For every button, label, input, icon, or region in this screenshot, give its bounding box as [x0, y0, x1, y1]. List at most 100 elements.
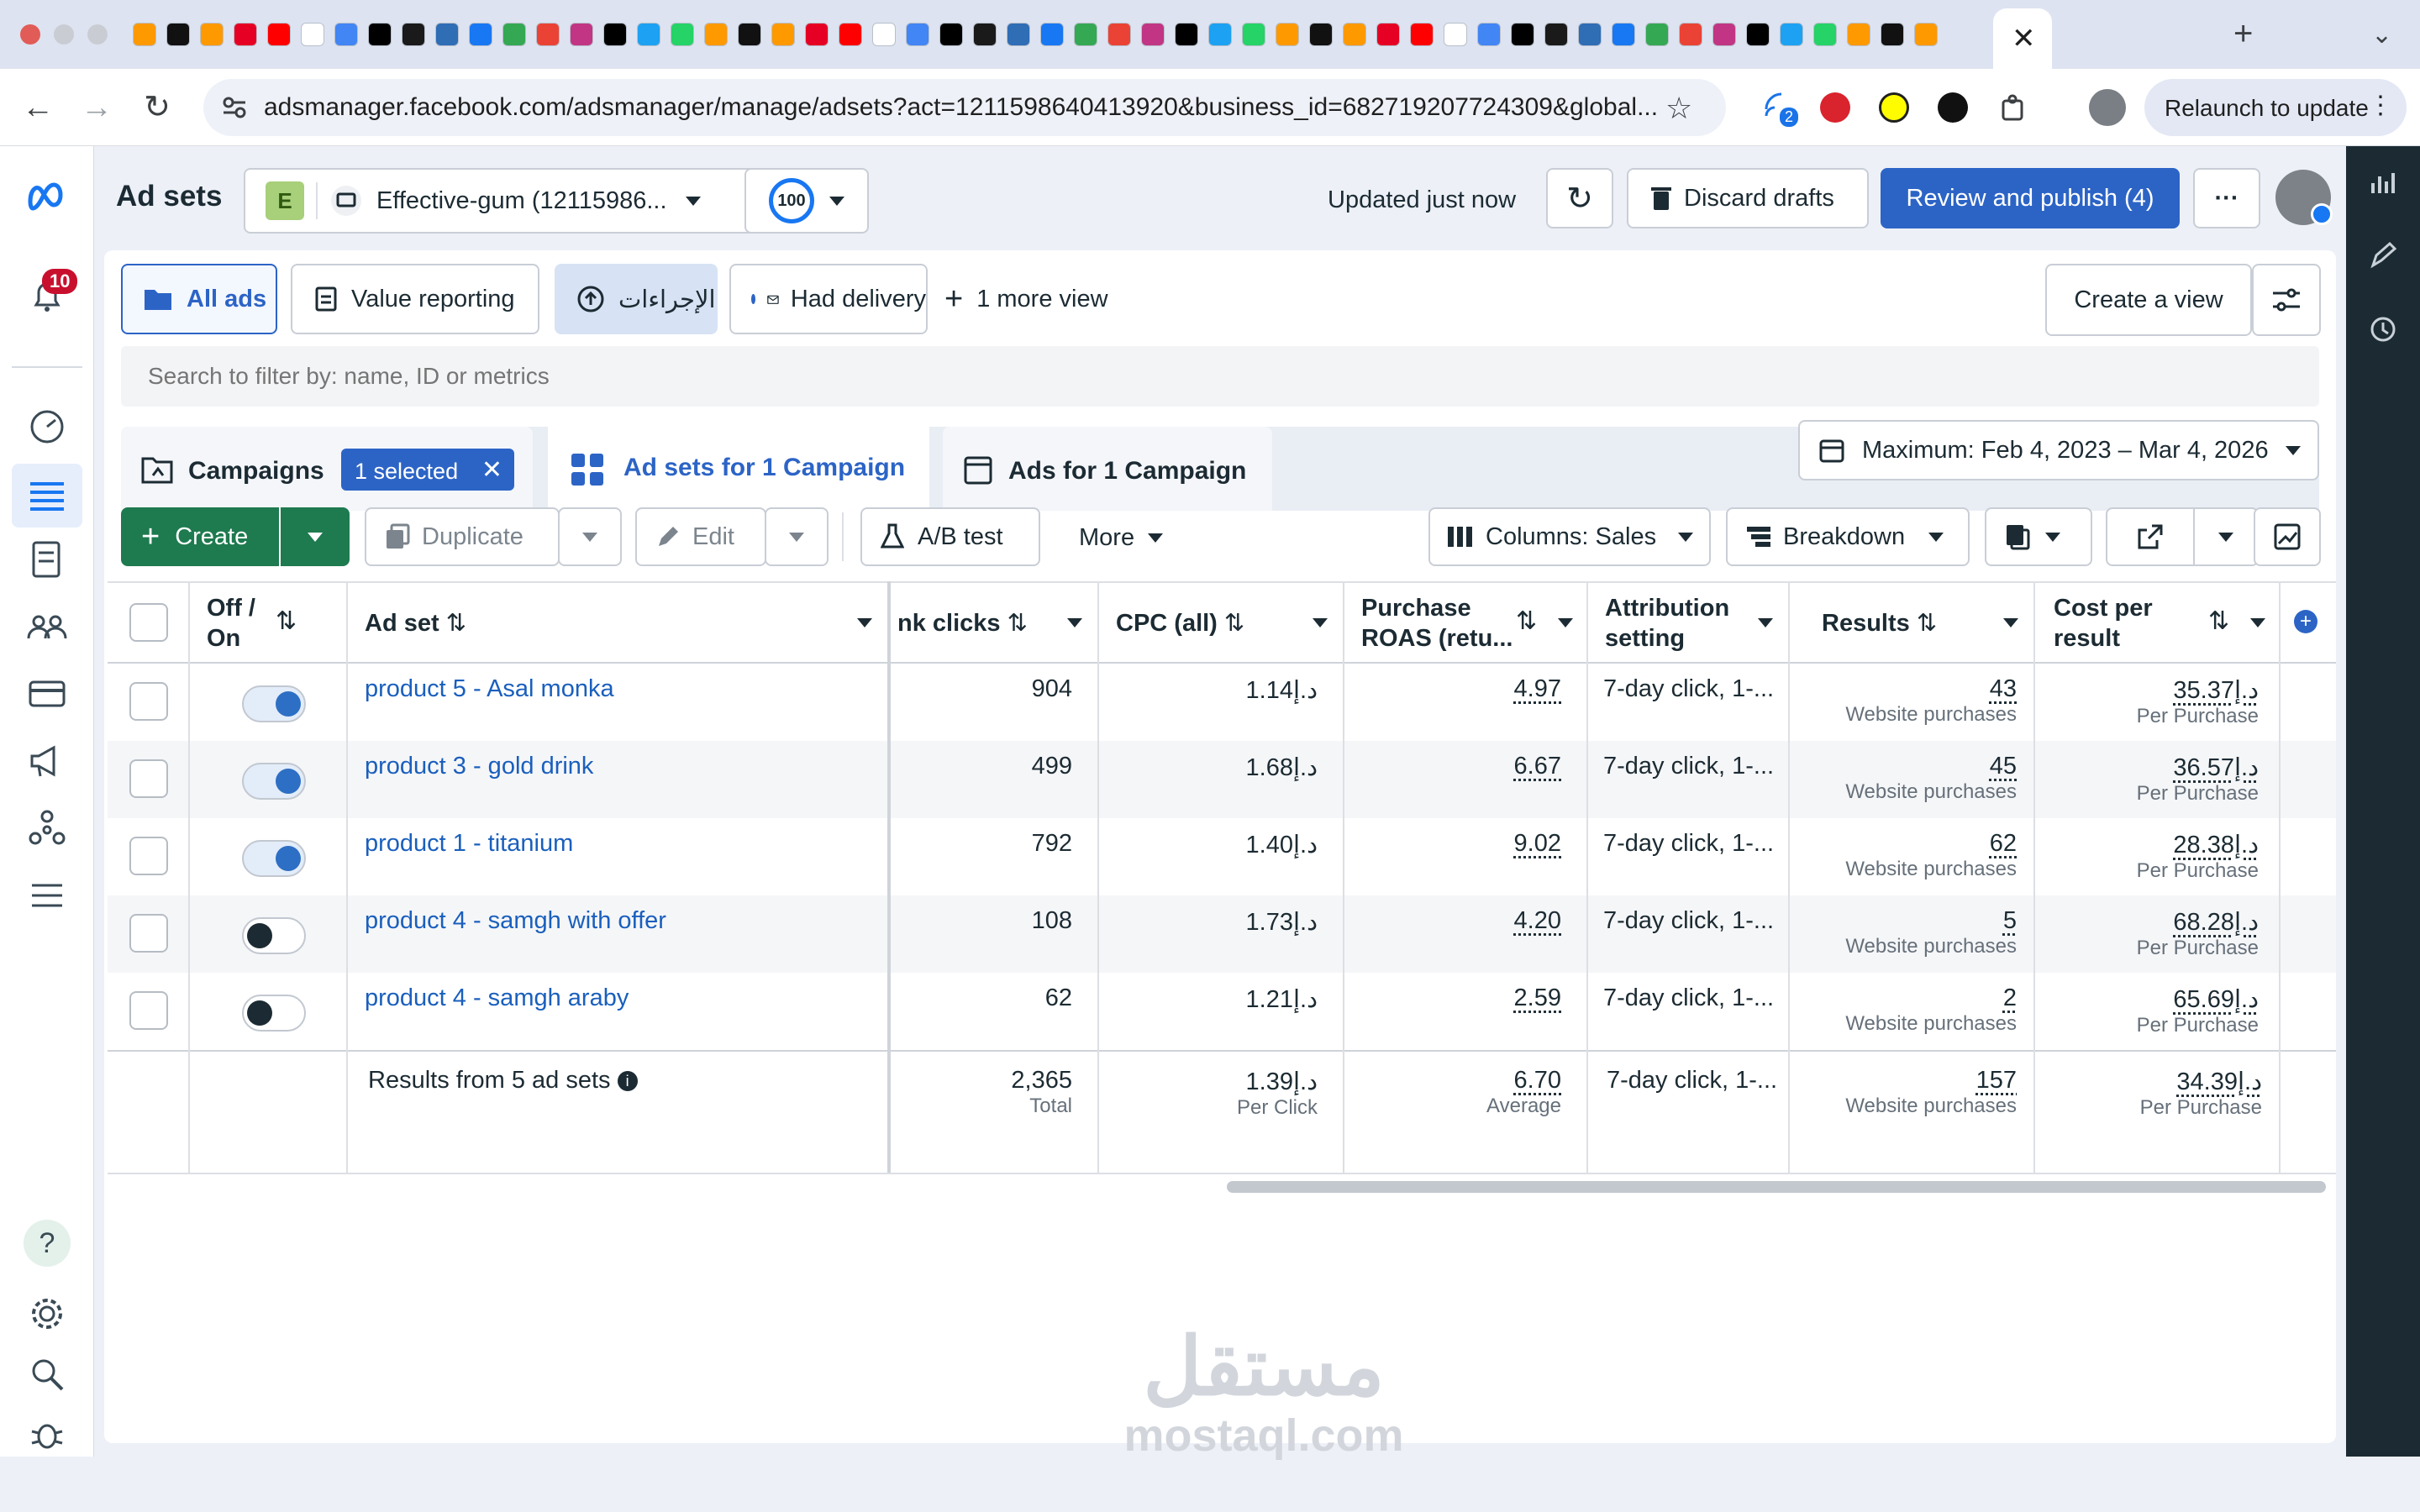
view-value-reporting[interactable]: Value reporting [291, 264, 539, 334]
column-menu-icon[interactable] [1758, 618, 1773, 627]
tab-favicon[interactable] [334, 23, 358, 46]
tab-favicon[interactable] [1175, 23, 1198, 46]
extension-opera-icon[interactable] [1820, 92, 1850, 123]
tab-favicon[interactable] [234, 23, 257, 46]
charts-icon[interactable] [2368, 168, 2398, 198]
campaigns-table-icon[interactable] [24, 472, 71, 519]
minimize-window-light[interactable] [54, 24, 74, 45]
tab-favicon[interactable] [502, 23, 526, 46]
tab-favicon[interactable] [1376, 23, 1400, 46]
more-options-button[interactable]: ··· [2193, 168, 2260, 228]
reports-button[interactable] [1985, 507, 2092, 566]
tab-favicon[interactable] [1477, 23, 1501, 46]
tab-favicon[interactable] [1511, 23, 1534, 46]
tab-favicon[interactable] [368, 23, 392, 46]
extension-tiktok-icon[interactable] [1938, 92, 1968, 123]
sort-icon[interactable]: ⇅ [1224, 610, 1244, 637]
header-offon[interactable]: Off / On [207, 593, 255, 654]
tab-favicon[interactable] [1040, 23, 1064, 46]
tab-favicon[interactable] [1847, 23, 1870, 46]
extension-snap-icon[interactable] [1879, 92, 1909, 123]
more-actions-button[interactable]: More [1079, 524, 1164, 552]
tab-favicon[interactable] [435, 23, 459, 46]
tab-favicon[interactable] [133, 23, 156, 46]
header-cost-per-result[interactable]: Cost per result [2054, 593, 2153, 654]
tab-favicon[interactable] [1208, 23, 1232, 46]
delivery-toggle[interactable] [242, 995, 306, 1032]
profile-avatar[interactable] [2089, 89, 2126, 126]
history-clock-icon[interactable] [2368, 314, 2398, 344]
tab-favicon[interactable] [1007, 23, 1030, 46]
create-view-button[interactable]: Create a view [2045, 264, 2252, 336]
create-button[interactable]: + Create [121, 507, 279, 566]
tab-favicon[interactable] [1074, 23, 1097, 46]
reload-icon[interactable]: ↻ [136, 89, 178, 126]
charts-toggle-button[interactable] [2254, 507, 2321, 566]
column-menu-icon[interactable] [1558, 618, 1573, 627]
tab-favicon[interactable] [805, 23, 829, 46]
relaunch-button[interactable]: Relaunch to update ⋮ [2144, 79, 2407, 136]
tab-close-icon[interactable]: ✕ [2012, 22, 2036, 55]
tab-favicon[interactable] [1645, 23, 1669, 46]
notifications-bell-icon[interactable]: 10 [24, 269, 78, 319]
tab-favicon[interactable] [839, 23, 862, 46]
create-dropdown-button[interactable] [281, 507, 350, 566]
sort-icon[interactable]: ⇅ [1917, 610, 1937, 637]
adset-name-link[interactable]: product 4 - samgh with offer [365, 907, 666, 935]
sort-icon[interactable]: ⇅ [1007, 610, 1028, 637]
delivery-toggle[interactable] [242, 917, 306, 954]
tab-favicon[interactable] [267, 23, 291, 46]
tab-favicon[interactable] [1444, 23, 1467, 46]
tab-favicon[interactable] [1141, 23, 1165, 46]
header-results[interactable]: Results ⇅ [1822, 608, 1937, 638]
column-menu-icon[interactable] [2250, 618, 2265, 627]
overview-gauge-icon[interactable] [24, 403, 71, 450]
row-checkbox[interactable] [129, 837, 168, 875]
info-icon[interactable]: i [617, 1071, 638, 1091]
tab-favicon[interactable] [704, 23, 728, 46]
search-input[interactable] [148, 360, 2299, 393]
horizontal-scrollbar[interactable] [1227, 1181, 2326, 1193]
browser-menu-icon[interactable]: ⋮ [2368, 91, 2393, 120]
url-text[interactable]: adsmanager.facebook.com/adsmanager/manag… [264, 93, 1676, 122]
view-had-delivery[interactable]: Had delivery [729, 264, 928, 334]
help-icon[interactable]: ? [24, 1220, 71, 1267]
tab-favicon[interactable] [1578, 23, 1602, 46]
back-icon[interactable]: ← [17, 89, 59, 126]
bookmark-star-icon[interactable]: ☆ [1665, 91, 1692, 126]
delivery-toggle[interactable] [242, 840, 306, 877]
ab-test-button[interactable]: A/B test [860, 507, 1040, 566]
forward-icon[interactable]: → [76, 89, 118, 126]
row-checkbox[interactable] [129, 759, 168, 798]
tab-favicon[interactable] [1712, 23, 1736, 46]
tab-favicon[interactable] [536, 23, 560, 46]
tab-favicon[interactable] [906, 23, 929, 46]
edit-pencil-icon[interactable] [2368, 240, 2398, 270]
ads-megaphone-icon[interactable] [24, 738, 71, 785]
tab-favicon[interactable] [469, 23, 492, 46]
tab-ads[interactable]: Ads for 1 Campaign [943, 427, 1272, 511]
row-checkbox[interactable] [129, 991, 168, 1030]
tab-favicon[interactable] [637, 23, 660, 46]
tab-favicon[interactable] [1746, 23, 1770, 46]
sort-icon[interactable]: ⇅ [446, 610, 466, 637]
date-range-picker[interactable]: Maximum: Feb 4, 2023 – Mar 4, 2026 [1798, 420, 2319, 480]
extension-cast-icon[interactable]: 2 [1761, 91, 1799, 127]
business-assets-icon[interactable] [24, 805, 71, 852]
header-adset[interactable]: Ad set ⇅ [365, 608, 466, 638]
search-filter-bar[interactable] [121, 346, 2319, 407]
add-column-icon[interactable]: + [2294, 610, 2317, 633]
duplicate-dropdown-button[interactable] [558, 507, 622, 566]
select-all-checkbox[interactable] [129, 603, 168, 642]
selected-chip[interactable]: 1 selected ✕ [341, 449, 514, 491]
reports-icon[interactable] [24, 536, 71, 583]
tab-favicon[interactable] [939, 23, 963, 46]
breakdown-button[interactable]: Breakdown [1726, 507, 1970, 566]
tab-favicon[interactable] [200, 23, 224, 46]
tab-search-icon[interactable]: ⌄ [2371, 20, 2392, 50]
edit-button[interactable]: Edit [635, 507, 766, 566]
extensions-puzzle-icon[interactable] [1998, 92, 2028, 123]
duplicate-button[interactable]: Duplicate [365, 507, 560, 566]
header-roas[interactable]: Purchase ROAS (retu... [1361, 593, 1512, 654]
tab-ad-sets[interactable]: Ad sets for 1 Campaign [548, 418, 929, 511]
